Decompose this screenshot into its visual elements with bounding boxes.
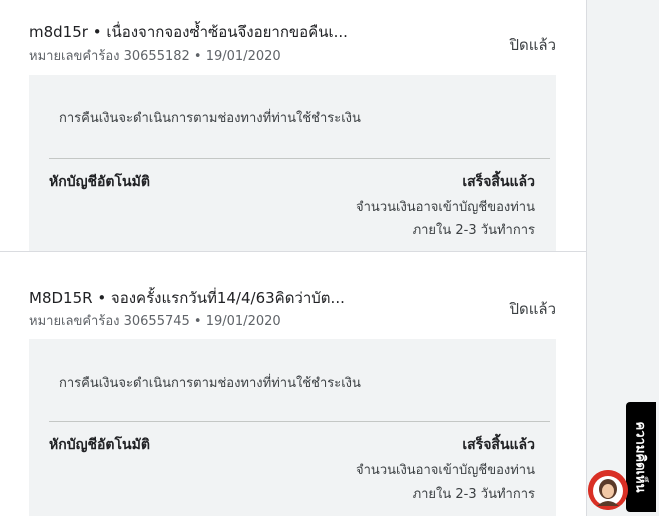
refund-panel: การคืนเงินจะดำเนินการตามช่องทางที่ท่านใช… — [29, 75, 556, 251]
user-avatar-icon[interactable] — [588, 470, 628, 510]
claim-status: ปิดแล้ว — [509, 36, 556, 54]
refund-state: เสร็จสิ้นแล้ว — [462, 437, 535, 453]
refund-method: หักบัญชีอัตโนมัติ — [49, 174, 150, 190]
feedback-label[interactable]: ความคิดเห็น — [631, 422, 652, 493]
claim-number: หมายเลขคำร้อง 30655182 • 19/01/2020 — [29, 49, 281, 64]
claim-title: M8D15R • จองครั้งแรกวันที่14/4/63คิดว่าบ… — [29, 289, 345, 307]
refund-info-line2: ภายใน 2-3 วันทำการ — [412, 487, 535, 502]
claims-list: m8d15r • เนื่องจากจองซ้ำซ้อนจึงอยากขอคืน… — [0, 0, 586, 516]
refund-note: การคืนเงินจะดำเนินการตามช่องทางที่ท่านใช… — [59, 111, 361, 126]
claim-title: m8d15r • เนื่องจากจองซ้ำซ้อนจึงอยากขอคืน… — [29, 23, 348, 41]
refund-state: เสร็จสิ้นแล้ว — [462, 174, 535, 190]
claim-card[interactable]: M8D15R • จองครั้งแรกวันที่14/4/63คิดว่าบ… — [0, 252, 586, 516]
claim-card[interactable]: m8d15r • เนื่องจากจองซ้ำซ้อนจึงอยากขอคืน… — [0, 0, 586, 251]
refund-panel: การคืนเงินจะดำเนินการตามช่องทางที่ท่านใช… — [29, 339, 556, 516]
refund-info-line1: จำนวนเงินอาจเข้าบัญชีของท่าน — [356, 463, 535, 478]
refund-note: การคืนเงินจะดำเนินการตามช่องทางที่ท่านใช… — [59, 376, 361, 391]
divider — [49, 421, 550, 422]
avatar-face-icon — [588, 470, 628, 510]
claim-status: ปิดแล้ว — [509, 300, 556, 318]
refund-method: หักบัญชีอัตโนมัติ — [49, 437, 150, 453]
divider — [49, 158, 550, 159]
claim-number: หมายเลขคำร้อง 30655745 • 19/01/2020 — [29, 314, 281, 329]
refund-info-line1: จำนวนเงินอาจเข้าบัญชีของท่าน — [356, 200, 535, 215]
refund-info-line2: ภายใน 2-3 วันทำการ — [412, 223, 535, 238]
